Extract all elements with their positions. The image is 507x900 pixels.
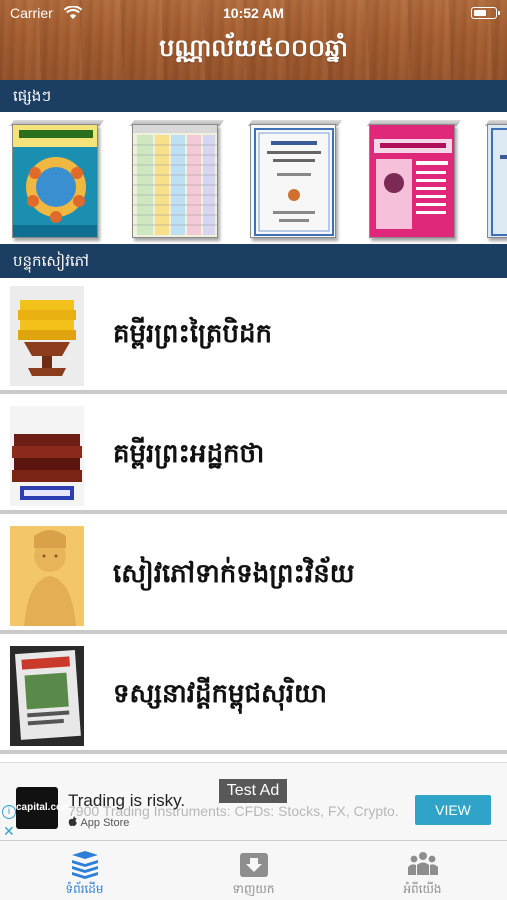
group-icon bbox=[408, 852, 438, 875]
tab-download[interactable]: ទាញយក bbox=[169, 841, 338, 900]
tab-about[interactable]: អំពីយើង bbox=[338, 841, 507, 900]
vinaya-books-thumbnail bbox=[10, 526, 84, 626]
book-cover-image bbox=[250, 124, 336, 238]
ad-info-icon[interactable]: i bbox=[2, 805, 16, 819]
ad-logo: capital.com bbox=[16, 787, 71, 829]
battery-level bbox=[474, 10, 486, 16]
ad-store-text: App Store bbox=[80, 817, 130, 829]
list-item-tripitaka[interactable]: គម្ពីរព្រះត្រៃបិដក bbox=[0, 278, 507, 394]
book-cover-art bbox=[254, 128, 334, 236]
ad-store-label: App Store bbox=[68, 816, 129, 829]
apple-icon bbox=[68, 816, 77, 826]
app-screen: Carrier 10:52 AM បណ្ណាល័យ៥០០០ឆ្នាំ ផ្សេង… bbox=[0, 0, 507, 900]
list-item-label: គម្ពីរព្រះអដ្ឋកថា bbox=[113, 439, 265, 469]
kambuja-soriya-thumbnail bbox=[10, 646, 84, 746]
app-header: Carrier 10:52 AM បណ្ណាល័យ៥០០០ឆ្នាំ bbox=[0, 0, 507, 80]
list-item-label: គម្ពីរព្រះត្រៃបិដក bbox=[113, 319, 272, 349]
book-cover-art bbox=[13, 125, 97, 237]
book-category-list: គម្ពីរព្រះត្រៃបិដក គម្ពីរព្រះអដ្ឋកថា សៀវ… bbox=[0, 278, 507, 758]
book-cover-image bbox=[12, 124, 98, 238]
featured-book-4[interactable] bbox=[365, 118, 462, 242]
book-cover-art bbox=[374, 139, 452, 229]
featured-book-2[interactable] bbox=[128, 118, 225, 242]
tab-label: ទំព័រដើម bbox=[65, 882, 104, 896]
book-cover-image bbox=[132, 124, 218, 238]
ad-headline: Trading is risky. bbox=[68, 791, 186, 810]
status-bar: Carrier 10:52 AM bbox=[0, 0, 507, 28]
clock-label: 10:52 AM bbox=[223, 5, 284, 21]
commentaries-thumbnail bbox=[10, 406, 84, 506]
list-item-label: សៀវភៅទាក់ទងព្រះវិន័យ bbox=[113, 559, 355, 589]
featured-book-3[interactable] bbox=[246, 118, 343, 242]
test-ad-label: Test Ad bbox=[219, 779, 287, 803]
page-title: បណ្ណាល័យ៥០០០ឆ្នាំ bbox=[159, 34, 348, 62]
featured-book-5[interactable] bbox=[483, 118, 507, 242]
list-item-commentaries[interactable]: គម្ពីរព្រះអដ្ឋកថា bbox=[0, 398, 507, 514]
tab-label: ទាញយក bbox=[232, 882, 275, 896]
book-cover-image bbox=[487, 124, 507, 238]
book-cover-art bbox=[133, 125, 217, 235]
list-item-label: ទស្សនាវដ្ដីកម្ពុជសុរិយា bbox=[113, 679, 328, 709]
ad-banner[interactable]: i ✕ capital.com 7900 Trading Instruments… bbox=[0, 762, 507, 840]
list-item-vinaya-books[interactable]: សៀវភៅទាក់ទងព្រះវិន័យ bbox=[0, 518, 507, 634]
tripitaka-thumbnail bbox=[10, 286, 84, 386]
section-header-books: បន្ទុកសៀវភៅ bbox=[0, 244, 507, 278]
section-header-featured: ផ្សេងៗ bbox=[0, 80, 507, 112]
featured-book-1[interactable] bbox=[8, 118, 105, 242]
tab-home[interactable]: ទំព័រដើម bbox=[0, 841, 169, 900]
tab-bar: ទំព័រដើម ទាញយក អំពីយើង bbox=[0, 840, 507, 900]
book-cover-art bbox=[491, 128, 507, 236]
books-stack-icon bbox=[72, 851, 98, 879]
featured-book-carousel[interactable] bbox=[0, 112, 507, 244]
battery-icon bbox=[471, 7, 500, 19]
list-item-kambuja-soriya[interactable]: ទស្សនាវដ្ដីកម្ពុជសុរិយា bbox=[0, 638, 507, 754]
ad-close-icon[interactable]: ✕ bbox=[3, 823, 15, 840]
tab-label: អំពីយើង bbox=[403, 882, 442, 896]
ad-view-button[interactable]: VIEW bbox=[415, 795, 491, 825]
book-cover-image bbox=[369, 124, 455, 238]
download-icon bbox=[240, 853, 268, 877]
